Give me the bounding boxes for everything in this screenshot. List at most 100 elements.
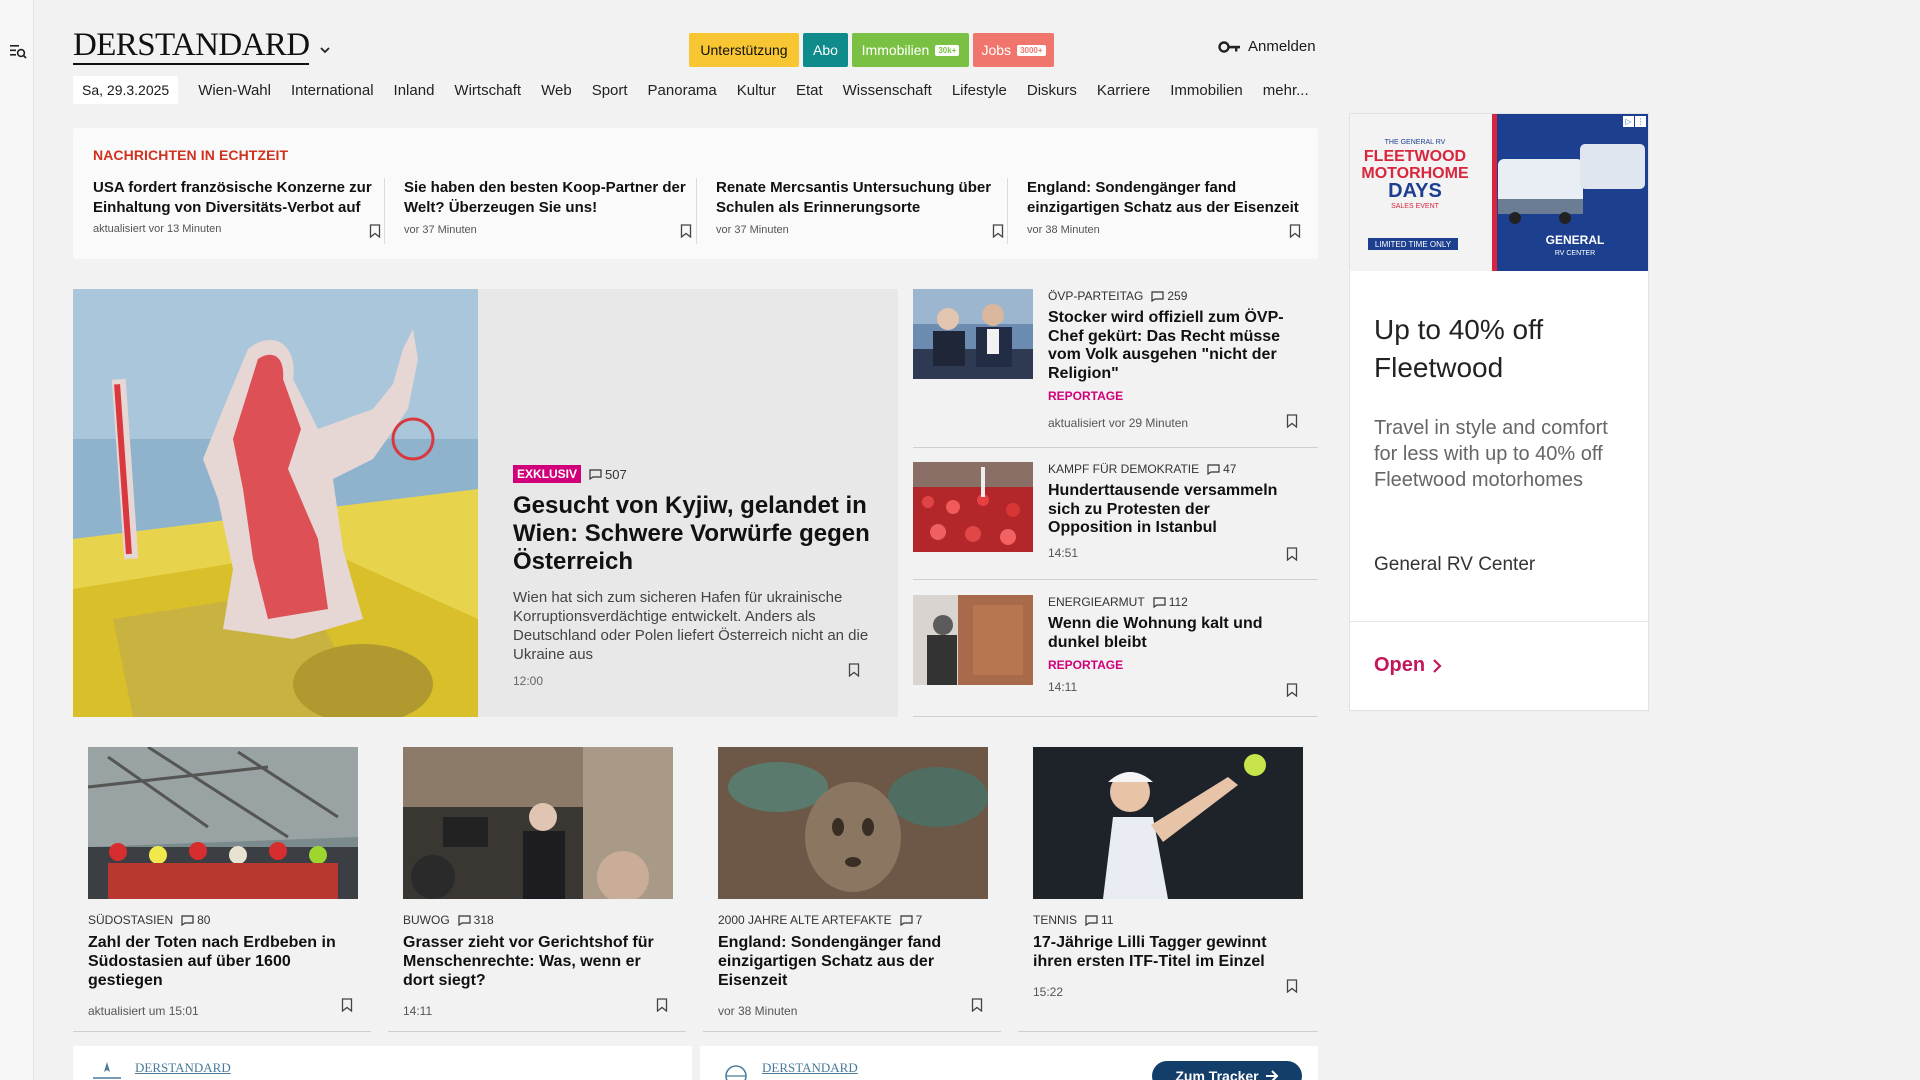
ticker-item-title[interactable]: Sie haben den besten Koop-Partner der We… [404,178,700,218]
bookmark-icon[interactable] [1289,224,1301,238]
story-card-image[interactable] [1033,747,1303,899]
lead-story-image[interactable] [73,289,478,717]
nav-item-sport[interactable]: Sport [592,82,628,99]
comment-icon [1151,290,1164,302]
nav-item-international[interactable]: International [291,82,374,99]
comment-icon [181,914,194,926]
jobs-button[interactable]: Jobs 3000+ [973,33,1054,67]
adchoices-icon[interactable]: ▷ [1623,116,1634,127]
side-story-image[interactable] [913,289,1033,379]
bookmark-icon[interactable] [1286,683,1298,697]
nav-item-kultur[interactable]: Kultur [737,82,776,99]
side-story-title[interactable]: Wenn die Wohnung kalt und dunkel bleibt [1048,615,1298,652]
comment-count[interactable]: 112 [1153,595,1188,609]
side-story: ÖVP-Parteitag 259 Stocker wird offiziell… [913,289,1318,448]
ad-close-icon[interactable]: ⋮ [1635,116,1646,127]
tracker-button[interactable]: Zum Tracker [1152,1061,1302,1080]
ticker-item[interactable]: USA fordert französische Konzerne zur Ei… [93,178,389,244]
story-card-title[interactable]: 17-Jährige Lilli Tagger gewinnt ihren er… [1033,933,1298,971]
bookmark-icon[interactable] [369,224,381,238]
nav-item-inland[interactable]: Inland [394,82,435,99]
story-card-kicker[interactable]: Tennis [1033,913,1077,927]
nav-item-panorama[interactable]: Panorama [648,82,717,99]
bookmark-icon[interactable] [848,663,860,677]
jobs-badge: 3000+ [1017,44,1046,56]
ticker-item[interactable]: England: Sondengänger fand einzigartigen… [1007,178,1323,244]
comment-count[interactable]: 80 [181,913,210,927]
ticker-item[interactable]: Renate Mercsantis Untersuchung über Schu… [696,178,1012,244]
bookmark-icon[interactable] [680,224,692,238]
current-date: Sa, 29.3.2025 [73,76,179,104]
nav-item-wissenschaft[interactable]: Wissenschaft [843,82,932,99]
comment-count[interactable]: 11 [1085,913,1113,927]
comment-count[interactable]: 318 [458,913,494,927]
comment-count[interactable]: 507 [589,467,627,482]
cta-row: Unterstützung Abo Immobilien 30k+ Jobs 300… [689,33,1054,67]
lead-story-title[interactable]: Gesucht von Kyjiw, gelandet in Wien: Sch… [513,492,878,576]
ad-description: Travel in style and comfort for less wit… [1374,417,1608,491]
bookmark-icon[interactable] [341,998,353,1012]
ad-banner-image[interactable]: THE GENERAL RV FLEETWOOD MOTORHOME DAYS … [1350,114,1648,271]
immobilien-button[interactable]: Immobilien 30k+ [852,33,969,67]
nav-item-more[interactable]: mehr... [1263,82,1309,99]
bookmark-icon[interactable] [971,998,983,1012]
side-story-kicker[interactable]: Kampf für Demokratie [1048,462,1199,476]
support-button[interactable]: Unterstützung [689,33,799,67]
bookmark-icon[interactable] [1286,979,1298,993]
story-card: Südostasien 80 Zahl der Toten nach Erdbe… [73,747,371,1032]
ad-choices[interactable]: ▷ ⋮ [1623,116,1646,127]
ticker-item-title[interactable]: USA fordert französische Konzerne zur Ei… [93,179,372,216]
ad-headline[interactable]: Up to 40% off Fleetwood [1374,311,1629,387]
side-story-kicker[interactable]: ÖVP-Parteitag [1048,289,1143,303]
menu-search-icon[interactable] [9,42,27,60]
side-story-title[interactable]: Stocker wird offiziell zum ÖVP-Chef gekü… [1048,309,1298,383]
story-card-kicker[interactable]: 2000 Jahre alte Artefakte [718,913,892,927]
story-card-title[interactable]: England: Sondengänger fand einzigartigen… [718,933,983,990]
teaser-box[interactable]: DERSTANDARD [73,1046,692,1080]
comment-count-value: 80 [197,913,211,927]
story-card-image[interactable] [718,747,988,899]
chevron-down-icon[interactable] [318,43,332,57]
story-card-kicker[interactable]: Südostasien [88,913,173,927]
story-card-kicker[interactable]: Buwog [403,913,450,927]
ticker-item[interactable]: Sie haben den besten Koop-Partner der We… [384,178,700,244]
nav-item-immobilien[interactable]: Immobilien [1170,82,1243,99]
story-card-title[interactable]: Zahl der Toten nach Erdbeben in Südostas… [88,933,353,990]
story-card-title[interactable]: Grasser zieht vor Gerichtshof für Mensch… [403,933,668,990]
nav-item-etat[interactable]: Etat [796,82,823,99]
nav-item-lifestyle[interactable]: Lifestyle [952,82,1007,99]
exclusive-badge: EXKLUSIV [513,465,582,483]
bookmark-icon[interactable] [992,224,1004,238]
nav-item-wien-wahl[interactable]: Wien-Wahl [198,82,271,99]
ad-banner-text: DAYS [1388,180,1442,202]
bookmark-icon[interactable] [656,998,668,1012]
comment-count[interactable]: 259 [1151,289,1187,303]
side-story-kicker[interactable]: Energiearmut [1048,595,1145,609]
abo-button[interactable]: Abo [803,33,848,67]
side-story-image[interactable] [913,462,1033,552]
story-card-image[interactable] [403,747,673,899]
login-button[interactable]: Anmelden [1218,38,1316,55]
ticker-item-title[interactable]: England: Sondengänger fand einzigartigen… [1027,178,1323,218]
nav-item-web[interactable]: Web [541,82,572,99]
nav-item-karriere[interactable]: Karriere [1097,82,1150,99]
reportage-tag: REPORTAGE [1048,658,1124,672]
comment-count[interactable]: 7 [900,913,922,927]
story-card-image[interactable] [88,747,358,899]
bookmark-icon[interactable] [1286,547,1298,561]
advertisement[interactable]: THE GENERAL RV FLEETWOOD MOTORHOME DAYS … [1349,113,1649,711]
side-story-time: aktualisiert vor 29 Minuten [1048,416,1189,430]
mini-logo: DERSTANDARD [762,1060,858,1075]
ticker-item-title[interactable]: Renate Mercsantis Untersuchung über Schu… [716,178,1012,218]
comment-count[interactable]: 47 [1207,462,1236,476]
side-story-image[interactable] [913,595,1033,685]
ad-open-button[interactable]: Open [1374,654,1443,677]
site-logo[interactable]: DERSTANDARD [73,28,310,65]
comment-icon [1085,914,1098,926]
nav-item-wirtschaft[interactable]: Wirtschaft [454,82,521,99]
side-story-title[interactable]: Hunderttausende versammeln sich zu Prote… [1048,482,1298,538]
bookmark-icon[interactable] [1286,414,1298,428]
ticker-separator [1007,178,1008,244]
ticker-item-meta: vor 37 Minuten [716,224,789,236]
nav-item-diskurs[interactable]: Diskurs [1027,82,1077,99]
